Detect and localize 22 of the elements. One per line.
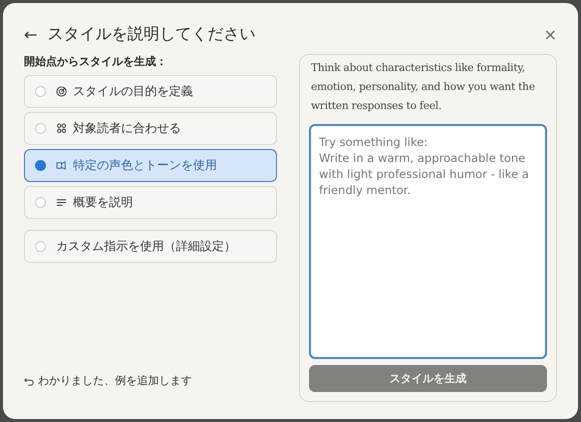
people-icon <box>56 123 67 134</box>
radio-icon <box>35 197 46 208</box>
back-button[interactable]: ← <box>24 24 38 44</box>
option-item[interactable]: 特定の声色とトーンを使用 <box>24 149 277 182</box>
radio-icon <box>35 123 46 134</box>
option-item[interactable]: カスタム指示を使用（詳細設定） <box>24 230 277 263</box>
option-item[interactable]: スタイルの目的を定義 <box>24 75 277 108</box>
target-icon <box>56 86 67 97</box>
style-input-field[interactable]: Try something like: Write in a warm, approachable tone with light professional humor - like a friendly mentor. <box>309 124 547 359</box>
lines-icon <box>56 197 67 208</box>
radio-icon <box>35 241 46 252</box>
speaker-icon <box>56 160 67 171</box>
undo-icon <box>24 376 34 386</box>
add-example-link[interactable]: わかりました、例を追加します <box>24 373 277 388</box>
close-button[interactable]: × <box>544 24 557 44</box>
option-item[interactable]: 概要を説明 <box>24 186 277 219</box>
section-label: 開始点からスタイルを生成： <box>24 54 168 69</box>
radio-icon <box>35 160 46 171</box>
dialog-title: スタイルを説明してください <box>47 24 256 44</box>
hint-text: Think about characteristics like formality, emotion, personality, and how you want the written responses to feel. <box>311 61 536 114</box>
radio-icon <box>35 86 46 97</box>
option-item[interactable]: 対象読者に合わせる <box>24 112 277 145</box>
